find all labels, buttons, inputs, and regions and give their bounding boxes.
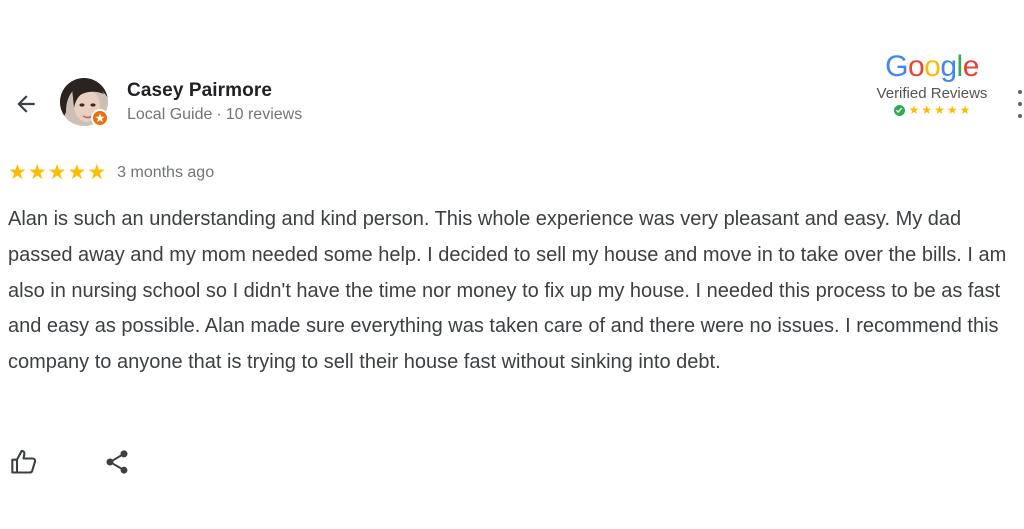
logo-letter: o xyxy=(907,50,925,83)
reviewer-level: Local Guide xyxy=(127,106,213,123)
review-actions xyxy=(8,446,133,478)
star-icon: ★ xyxy=(87,161,107,184)
star-icon: ★ xyxy=(908,103,920,117)
reviewer-review-count: 10 reviews xyxy=(225,106,303,123)
reviewer-meta: Local Guide · 10 reviews xyxy=(127,106,302,124)
star-icon: ★ xyxy=(67,161,87,184)
star-icon: ★ xyxy=(47,161,67,184)
logo-letter: G xyxy=(885,50,908,83)
arrow-left-icon xyxy=(17,95,35,113)
logo-letter: g xyxy=(940,50,957,83)
avatar[interactable] xyxy=(60,78,110,128)
star-icon: ★ xyxy=(921,103,933,117)
google-verified-badge: Google Verified Reviews ★ ★ ★ ★ ★ xyxy=(862,50,1002,116)
more-vert-icon[interactable] xyxy=(1016,90,1024,118)
reviewer-name[interactable]: Casey Pairmore xyxy=(127,80,272,102)
review-text: Alan is such an understanding and kind p… xyxy=(8,208,1007,374)
thumb-up-icon xyxy=(11,449,37,474)
share-button[interactable] xyxy=(101,446,133,478)
badge-stars: ★ ★ ★ ★ ★ xyxy=(862,104,1002,116)
meta-separator: · xyxy=(216,106,222,123)
check-icon xyxy=(893,104,905,116)
like-button[interactable] xyxy=(8,446,40,478)
local-guide-badge-icon xyxy=(91,109,109,127)
review-page: Casey Pairmore Local Guide · 10 reviews … xyxy=(0,0,1024,529)
logo-letter: e xyxy=(962,50,980,83)
review-date: 3 months ago xyxy=(117,164,215,181)
google-logo: Google xyxy=(862,50,1002,84)
star-icon: ★ xyxy=(959,103,971,117)
verified-reviews-label: Verified Reviews xyxy=(876,85,988,102)
star-icon: ★ xyxy=(27,161,47,184)
logo-letter: o xyxy=(924,50,941,83)
share-icon xyxy=(106,450,128,474)
star-rating: ★ ★ ★ ★ ★ xyxy=(8,162,106,184)
star-icon: ★ xyxy=(934,103,945,117)
star-icon: ★ xyxy=(946,103,958,117)
star-icon: ★ xyxy=(8,161,27,184)
rating-row: ★ ★ ★ ★ ★ 3 months ago xyxy=(8,162,214,184)
back-button[interactable] xyxy=(10,88,42,120)
